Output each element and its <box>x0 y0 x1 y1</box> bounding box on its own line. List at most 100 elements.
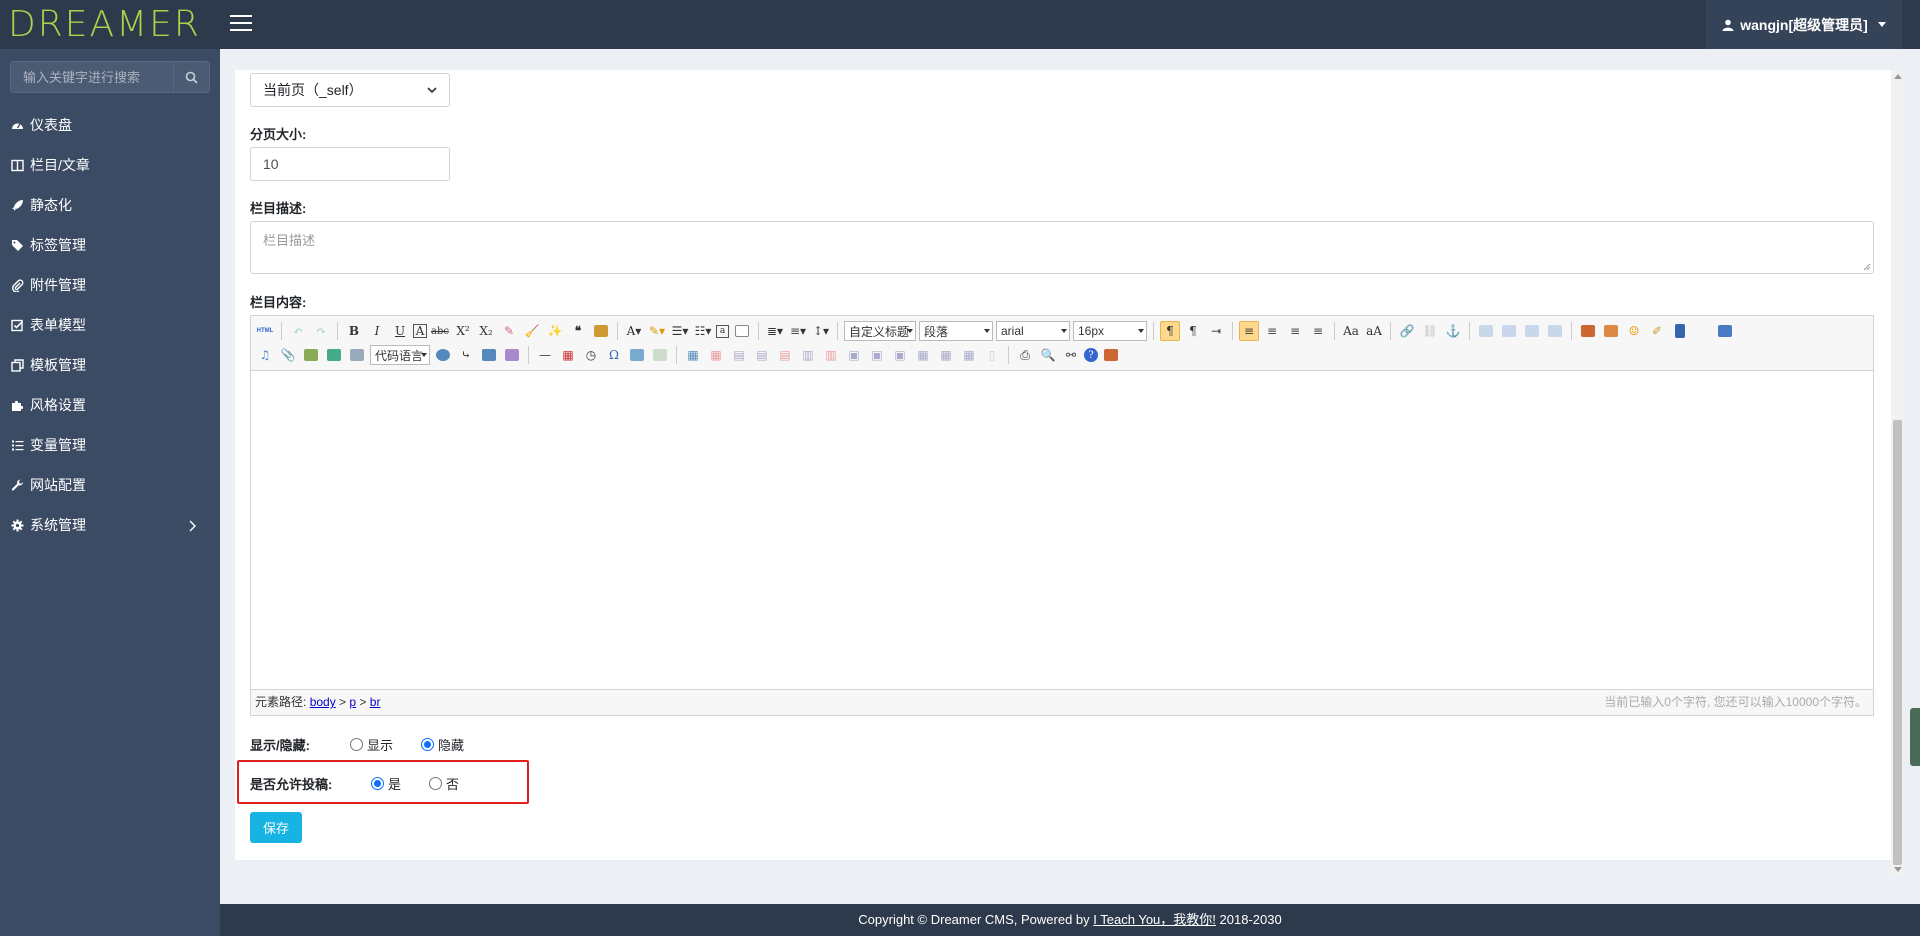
align-left-icon[interactable]: ≡ <box>1239 321 1259 341</box>
bold-icon[interactable]: B <box>344 321 364 341</box>
word-image-icon[interactable] <box>627 345 647 365</box>
format-match-icon[interactable]: ✎ <box>499 321 519 341</box>
delete-col-icon[interactable]: ▥ <box>821 345 841 365</box>
submission-no-radio[interactable]: 否 <box>429 774 459 793</box>
image-right-icon[interactable] <box>1522 321 1542 341</box>
align-center-icon[interactable]: ≡ <box>1262 321 1282 341</box>
direction-rtl-icon[interactable]: ¶ <box>1183 321 1203 341</box>
merge-cells-icon[interactable]: ▣ <box>844 345 864 365</box>
emotion-icon[interactable]: ☺ <box>1624 321 1644 341</box>
editor-body[interactable] <box>251 371 1873 690</box>
visibility-hide-radio[interactable]: 隐藏 <box>421 735 464 754</box>
align-justify-icon[interactable]: ≡ <box>1308 321 1328 341</box>
attachment-icon[interactable]: 📎 <box>278 345 298 365</box>
scroll-up-icon[interactable] <box>1894 74 1902 79</box>
to-uppercase-icon[interactable]: Aa <box>1341 321 1361 341</box>
sidebar-item-tags[interactable]: 标签管理 <box>0 225 220 265</box>
delete-table-icon[interactable]: ▦ <box>706 345 726 365</box>
insert-table-icon[interactable]: ▦ <box>683 345 703 365</box>
insert-video-icon[interactable] <box>1670 321 1690 341</box>
custom-title-select[interactable]: 自定义标题 <box>844 321 916 341</box>
split-rows-icon[interactable]: ▦ <box>936 345 956 365</box>
insert-para-before-table-icon[interactable]: ▤ <box>729 345 749 365</box>
user-menu[interactable]: wangjn[超级管理员] <box>1706 0 1902 49</box>
row-spacing-top-icon[interactable]: ≣▾ <box>765 321 785 341</box>
undo-icon[interactable]: ↶ <box>288 321 308 341</box>
insert-col-icon[interactable]: ▥ <box>798 345 818 365</box>
path-body-link[interactable]: body <box>310 695 336 709</box>
sidebar-item-static[interactable]: 静态化 <box>0 185 220 225</box>
auto-typeset-icon[interactable]: ✨ <box>545 321 565 341</box>
insert-image-icon[interactable] <box>1601 321 1621 341</box>
subscript-icon[interactable]: X₂ <box>476 321 496 341</box>
font-size-select[interactable]: 16px <box>1073 321 1147 341</box>
line-height-icon[interactable]: ↕▾ <box>811 321 831 341</box>
app-logo[interactable]: DREAMER <box>8 7 201 43</box>
sidebar-item-variables[interactable]: 变量管理 <box>0 425 220 465</box>
sidebar-item-site-config[interactable]: 网站配置 <box>0 465 220 505</box>
side-widget-tab[interactable] <box>1910 708 1920 766</box>
search-replace-icon[interactable] <box>650 345 670 365</box>
special-chars-icon[interactable]: Ω <box>604 345 624 365</box>
scrawl-icon[interactable]: ✐ <box>1647 321 1667 341</box>
blockquote-icon[interactable]: ❝ <box>568 321 588 341</box>
superscript-icon[interactable]: X² <box>453 321 473 341</box>
scroll-down-icon[interactable] <box>1894 867 1902 872</box>
save-button[interactable]: 保存 <box>250 812 302 843</box>
clear-doc-icon[interactable] <box>732 321 752 341</box>
target-select[interactable]: 当前页（_self） <box>250 73 450 107</box>
sidebar-item-attachments[interactable]: 附件管理 <box>0 265 220 305</box>
clear-format-icon[interactable]: 🧹 <box>522 321 542 341</box>
italic-icon[interactable]: I <box>367 321 387 341</box>
horizontal-rule-icon[interactable]: — <box>535 345 555 365</box>
search-input[interactable] <box>10 61 173 93</box>
sidebar-item-forms[interactable]: 表单模型 <box>0 305 220 345</box>
image-none-icon[interactable] <box>1476 321 1496 341</box>
resize-grip-icon[interactable] <box>1863 263 1871 271</box>
web-image-icon[interactable] <box>433 345 453 365</box>
image-left-icon[interactable] <box>1499 321 1519 341</box>
image-center-icon[interactable] <box>1545 321 1565 341</box>
footer-link[interactable]: I Teach You，我教你! <box>1093 912 1216 927</box>
visibility-show-radio[interactable]: 显示 <box>350 735 393 754</box>
sidebar-item-dashboard[interactable]: 仪表盘 <box>0 105 220 145</box>
anchor-icon[interactable]: ⚓ <box>1443 321 1463 341</box>
map-icon[interactable] <box>301 345 321 365</box>
menu-toggle-icon[interactable] <box>230 15 252 33</box>
content-scrollbar[interactable] <box>1891 70 1904 876</box>
print-icon[interactable]: ⎙ <box>1015 345 1035 365</box>
underline-icon[interactable]: U <box>390 321 410 341</box>
delete-row-icon[interactable]: ▤ <box>775 345 795 365</box>
fullscreen-icon[interactable] <box>1715 321 1735 341</box>
strikethrough-icon[interactable]: abc <box>430 321 450 341</box>
code-language-select[interactable]: 代码语言 <box>370 345 430 365</box>
font-color-icon[interactable]: A▾ <box>624 321 644 341</box>
align-right-icon[interactable]: ≡ <box>1285 321 1305 341</box>
background-icon[interactable] <box>502 345 522 365</box>
help-icon[interactable]: ? <box>1084 348 1098 362</box>
time-icon[interactable]: ◷ <box>581 345 601 365</box>
insert-row-icon[interactable]: ▤ <box>752 345 772 365</box>
html-source-button[interactable]: HTML <box>255 321 275 341</box>
unordered-list-icon[interactable]: ☷▾ <box>693 321 713 341</box>
submission-yes-radio[interactable]: 是 <box>371 774 401 793</box>
font-border-icon[interactable]: A <box>413 324 427 338</box>
path-p-link[interactable]: p <box>349 695 356 709</box>
sidebar-item-styles[interactable]: 风格设置 <box>0 385 220 425</box>
paragraph-select[interactable]: 段落 <box>919 321 993 341</box>
google-map-icon[interactable] <box>324 345 344 365</box>
redo-icon[interactable]: ↷ <box>311 321 331 341</box>
merge-down-icon[interactable]: ▣ <box>890 345 910 365</box>
date-icon[interactable]: ▦ <box>558 345 578 365</box>
paste-plain-icon[interactable] <box>591 321 611 341</box>
page-size-input[interactable]: 10 <box>250 147 450 181</box>
ordered-list-icon[interactable]: ☰▾ <box>670 321 690 341</box>
direction-ltr-icon[interactable]: ¶ <box>1160 321 1180 341</box>
row-spacing-bottom-icon[interactable]: ≡▾ <box>788 321 808 341</box>
path-br-link[interactable]: br <box>370 695 381 709</box>
background-color-icon[interactable]: ✎▾ <box>647 321 667 341</box>
search-button[interactable] <box>173 61 210 93</box>
split-cols-icon[interactable]: ▦ <box>959 345 979 365</box>
search-replace-binoculars-icon[interactable]: ⚯ <box>1061 345 1081 365</box>
indent-icon[interactable]: ⇥ <box>1206 321 1226 341</box>
